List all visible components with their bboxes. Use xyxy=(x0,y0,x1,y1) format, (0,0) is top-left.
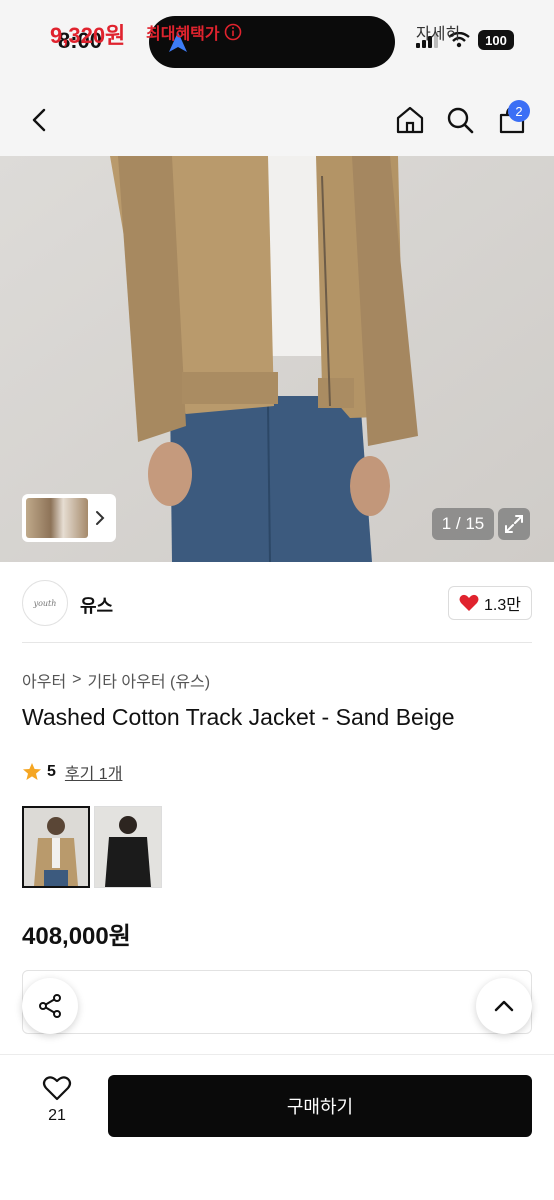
battery-icon: 100 xyxy=(478,30,514,50)
breadcrumb-separator: > xyxy=(72,671,82,688)
benefit-price: 9,320원 xyxy=(50,23,126,48)
info-icon[interactable] xyxy=(224,23,242,41)
heart-outline-icon xyxy=(42,1076,72,1101)
product-title: Washed Cotton Track Jacket - Sand Beige xyxy=(22,704,455,730)
buy-button[interactable]: 구매하기 xyxy=(108,1075,532,1137)
share-icon xyxy=(39,994,61,1018)
gallery-thumbnail xyxy=(26,498,88,538)
search-icon[interactable] xyxy=(444,104,476,136)
product-image-carousel[interactable]: 1 / 15 xyxy=(0,156,554,562)
product-price: 408,000원 xyxy=(22,923,131,950)
scroll-top-button[interactable] xyxy=(476,978,532,1034)
color-thumb-beige xyxy=(24,808,88,886)
benefit-label: 최대혜택가 xyxy=(146,20,242,44)
expand-button[interactable] xyxy=(498,508,530,540)
share-button[interactable] xyxy=(22,978,78,1034)
heart-filled-icon xyxy=(459,594,479,611)
cart-count-badge: 2 xyxy=(508,100,530,122)
color-option-black[interactable] xyxy=(94,806,162,888)
benefit-box[interactable] xyxy=(22,970,532,1034)
breadcrumb: 아우터 > 기타 아우터 (유스) xyxy=(22,668,210,692)
home-icon[interactable] xyxy=(394,104,426,136)
rating-row: 5 후기 1개 xyxy=(22,760,122,784)
breadcrumb-category[interactable]: 아우터 xyxy=(22,668,66,692)
wishlist-button[interactable]: 21 xyxy=(36,1075,78,1135)
color-options xyxy=(22,806,162,888)
expand-icon xyxy=(505,515,523,533)
chevron-right-icon xyxy=(96,511,105,525)
brand-like-button[interactable]: 1.3만 xyxy=(448,586,532,620)
image-counter: 1 / 15 xyxy=(432,508,494,540)
wishlist-count: 21 xyxy=(48,1107,66,1124)
benefit-detail-link[interactable]: 자세히 xyxy=(416,20,460,44)
brand-logo[interactable]: youth xyxy=(22,580,68,626)
benefit-label-text: 최대혜택가 xyxy=(146,26,220,43)
chevron-up-icon xyxy=(494,1000,514,1012)
bottom-action-bar: 21 구매하기 xyxy=(0,1054,554,1200)
color-thumb-black xyxy=(95,807,161,887)
gallery-thumbnail-button[interactable] xyxy=(22,494,116,542)
brand-like-count: 1.3만 xyxy=(484,597,521,614)
brand-row[interactable]: youth 유스 1.3만 xyxy=(22,580,532,626)
nav-bar: 2 xyxy=(0,84,554,156)
divider xyxy=(22,642,532,643)
back-icon[interactable] xyxy=(26,106,54,134)
rating-score: 5 xyxy=(47,763,56,780)
review-link[interactable]: 후기 1개 xyxy=(65,760,123,784)
breadcrumb-subcategory[interactable]: 기타 아우터 (유스) xyxy=(88,668,211,692)
star-icon xyxy=(23,763,41,780)
color-option-beige[interactable] xyxy=(22,806,90,888)
brand-name[interactable]: 유스 xyxy=(80,592,113,618)
